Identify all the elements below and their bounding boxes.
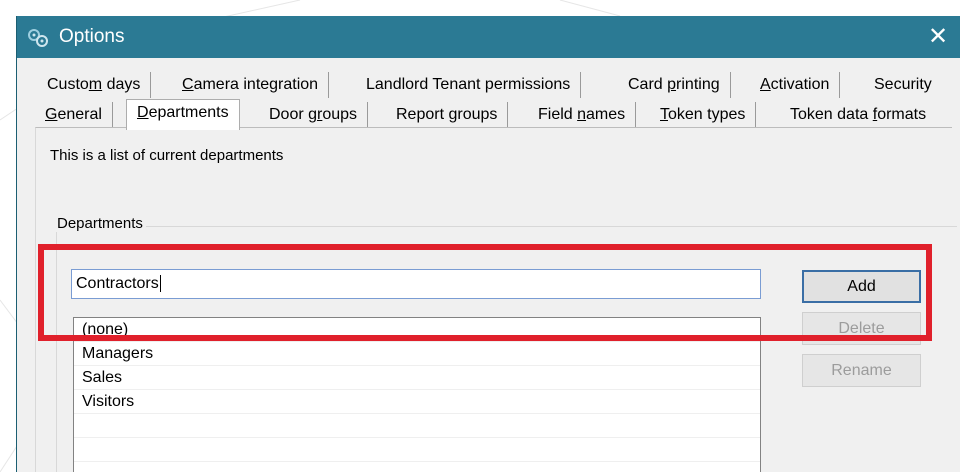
gears-icon: [28, 29, 48, 47]
tab-departments[interactable]: Departments: [126, 99, 240, 130]
tab-token-data-formats[interactable]: Token data formats: [780, 102, 936, 128]
title-bar: Options ✕: [17, 16, 960, 58]
tab-camera-integration[interactable]: Camera integration: [172, 72, 330, 98]
window-title: Options: [59, 26, 125, 47]
tab-security[interactable]: Security: [864, 72, 942, 98]
tab-landlord-tenant-permissions[interactable]: Landlord Tenant permissions: [356, 72, 582, 98]
list-item[interactable]: Visitors: [74, 390, 760, 414]
list-item[interactable]: Sales: [74, 366, 760, 390]
rename-button[interactable]: Rename: [802, 354, 921, 387]
tab-card-printing[interactable]: Card printing: [618, 72, 731, 98]
tab-door-groups[interactable]: Door groups: [259, 102, 369, 128]
groupbox-label: Departments: [54, 215, 146, 232]
tab-general[interactable]: General: [35, 102, 113, 128]
close-icon[interactable]: ✕: [915, 16, 960, 58]
tab-token-types[interactable]: Token types: [650, 102, 757, 128]
panel-description: This is a list of current departments: [50, 147, 284, 164]
highlight-annotation: [38, 244, 932, 341]
list-item[interactable]: Managers: [74, 342, 760, 366]
list-item-empty: [74, 414, 760, 438]
list-item-empty: [74, 438, 760, 462]
tab-field-names[interactable]: Field names: [528, 102, 637, 128]
tab-custom-days[interactable]: Custom days: [37, 72, 152, 98]
tab-row-top: Custom days Camera integration Landlord …: [35, 72, 955, 100]
list-item-empty: [74, 462, 760, 472]
tab-activation[interactable]: Activation: [750, 72, 841, 98]
tab-report-groups[interactable]: Report groups: [386, 102, 509, 128]
tab-row-bottom: General Departments Door groups Report g…: [35, 99, 955, 130]
